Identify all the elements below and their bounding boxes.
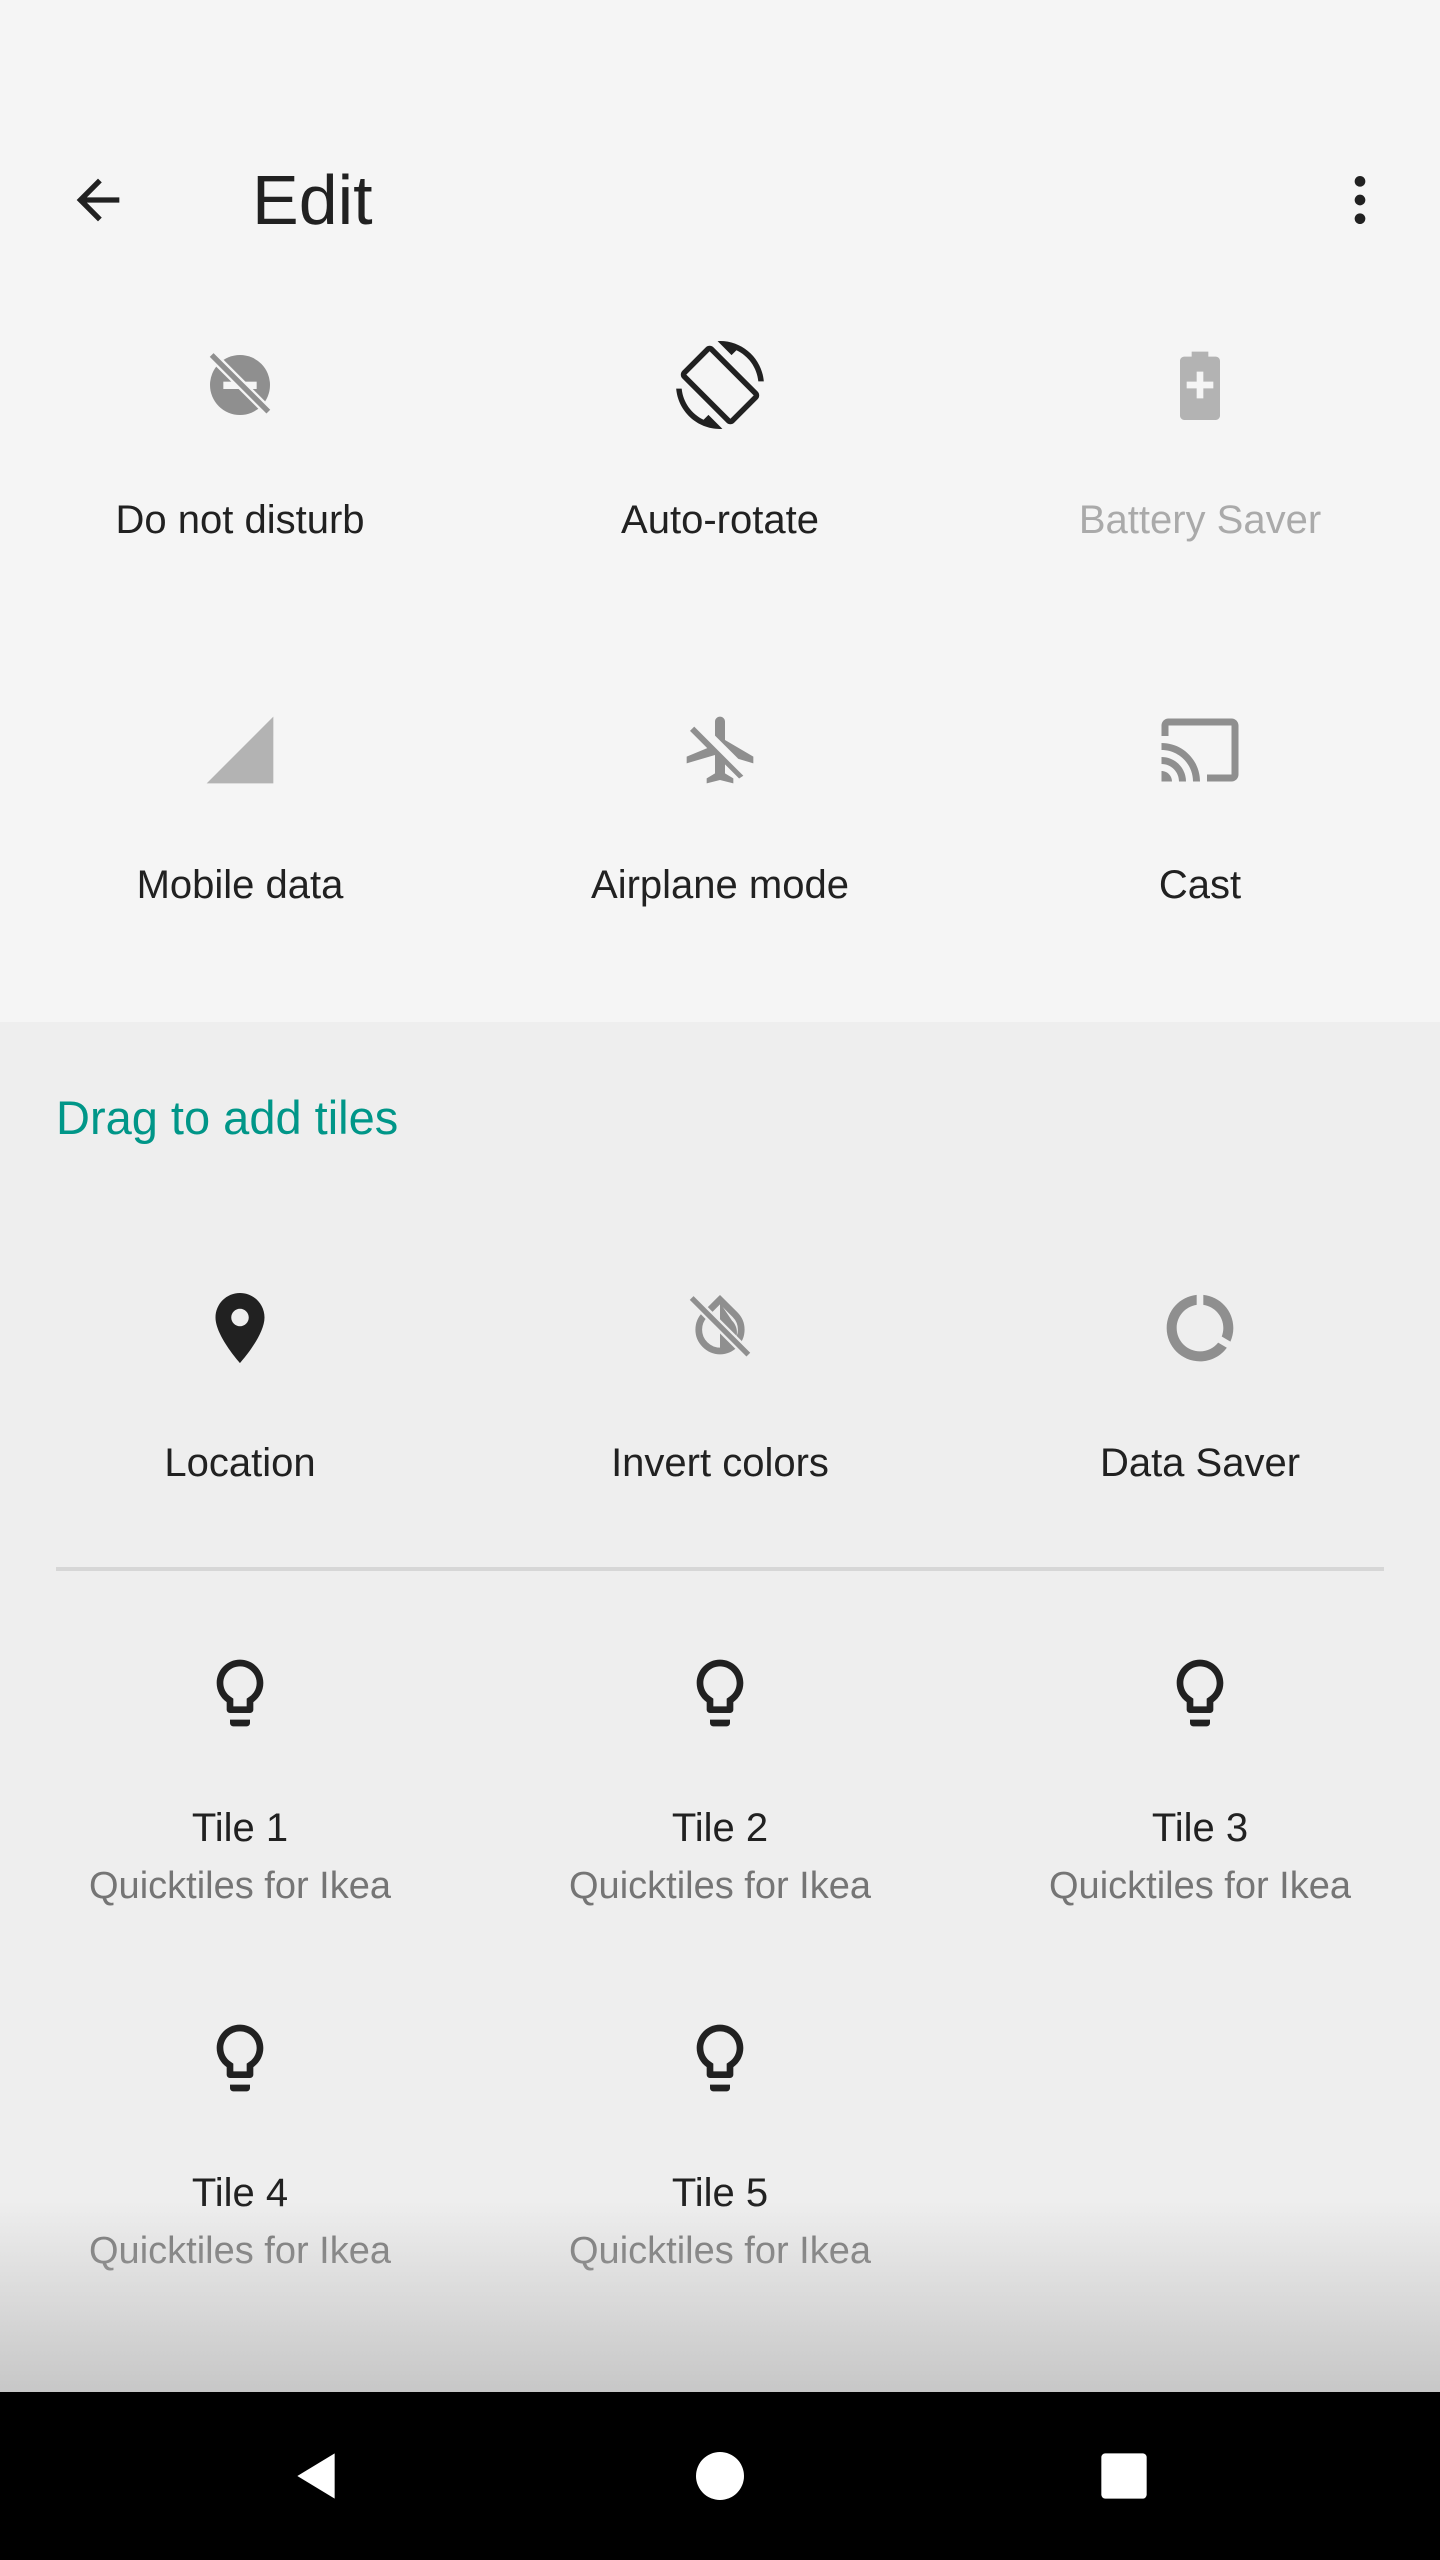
cast-icon <box>1155 705 1245 795</box>
drag-to-add-heading: Drag to add tiles <box>56 1091 399 1144</box>
signal-icon <box>195 705 285 795</box>
tile-app-name: Quicktiles for Ikea <box>569 2230 871 2272</box>
nav-home-icon <box>696 2452 744 2500</box>
nav-recents-icon <box>1101 2453 1147 2499</box>
auto-rotate-icon <box>675 340 765 430</box>
airplane-icon <box>675 705 765 795</box>
more-vert-icon <box>1354 176 1366 224</box>
tile-label: Tile 2 <box>671 1806 769 1850</box>
tile-label: Tile 5 <box>671 2171 769 2215</box>
tile-label: Invert colors <box>611 1441 829 1485</box>
tile-app-name: Quicktiles for Ikea <box>89 2230 391 2272</box>
tile-app-5[interactable]: Tile 5 Quicktiles for Ikea <box>480 1973 960 2273</box>
tile-do-not-disturb[interactable]: Do not disturb <box>0 300 480 600</box>
do-not-disturb-icon <box>195 340 285 430</box>
tile-app-name: Quicktiles for Ikea <box>1049 1865 1351 1907</box>
nav-home-button[interactable] <box>660 2416 780 2536</box>
tile-app-3[interactable]: Tile 3 Quicktiles for Ikea <box>960 1608 1440 1908</box>
invert-colors-icon <box>675 1283 765 1373</box>
section-divider <box>56 1567 1384 1571</box>
tile-auto-rotate[interactable]: Auto-rotate <box>480 300 960 600</box>
tile-app-1[interactable]: Tile 1 Quicktiles for Ikea <box>0 1608 480 1908</box>
tile-location[interactable]: Location <box>0 1243 480 1543</box>
data-saver-icon <box>1155 1283 1245 1373</box>
tile-cast[interactable]: Cast <box>960 665 1440 965</box>
tile-label: Mobile data <box>136 863 344 907</box>
navigation-bar <box>0 2392 1440 2560</box>
lightbulb-icon <box>195 2013 285 2103</box>
tile-app-name: Quicktiles for Ikea <box>569 1865 871 1907</box>
tile-mobile-data[interactable]: Mobile data <box>0 665 480 965</box>
nav-recents-button[interactable] <box>1064 2416 1184 2536</box>
tile-data-saver[interactable]: Data Saver <box>960 1243 1440 1543</box>
tile-label: Cast <box>1158 863 1242 907</box>
tile-app-name: Quicktiles for Ikea <box>89 1865 391 1907</box>
tile-label: Data Saver <box>1099 1441 1301 1485</box>
tile-label: Location <box>164 1441 316 1485</box>
tile-app-4[interactable]: Tile 4 Quicktiles for Ikea <box>0 1973 480 2273</box>
location-pin-icon <box>195 1283 285 1373</box>
lightbulb-icon <box>195 1648 285 1738</box>
current-tiles-grid: Do not disturb Auto-rotate Battery Saver… <box>0 300 1440 1022</box>
tile-invert-colors[interactable]: Invert colors <box>480 1243 960 1543</box>
page-title: Edit <box>252 161 373 239</box>
lightbulb-icon <box>675 2013 765 2103</box>
lightbulb-icon <box>675 1648 765 1738</box>
back-button[interactable] <box>48 150 148 250</box>
tile-label: Airplane mode <box>591 863 849 907</box>
tile-label: Tile 3 <box>1151 1806 1249 1850</box>
lightbulb-icon <box>1155 1648 1245 1738</box>
tile-label: Auto-rotate <box>621 498 819 542</box>
nav-back-icon <box>297 2453 335 2499</box>
more-options-button[interactable] <box>1310 150 1410 250</box>
nav-back-button[interactable] <box>256 2416 376 2536</box>
arrow-back-icon <box>76 178 120 222</box>
tile-app-2[interactable]: Tile 2 Quicktiles for Ikea <box>480 1608 960 1908</box>
tile-battery-saver[interactable]: Battery Saver <box>960 300 1440 600</box>
tile-label: Tile 1 <box>191 1806 289 1850</box>
tile-airplane-mode[interactable]: Airplane mode <box>480 665 960 965</box>
app-bar: Edit <box>0 0 1440 300</box>
battery-saver-icon <box>1155 340 1245 430</box>
tile-label: Battery Saver <box>1078 498 1322 542</box>
tile-label: Tile 4 <box>191 2171 289 2215</box>
tile-label: Do not disturb <box>115 498 365 542</box>
